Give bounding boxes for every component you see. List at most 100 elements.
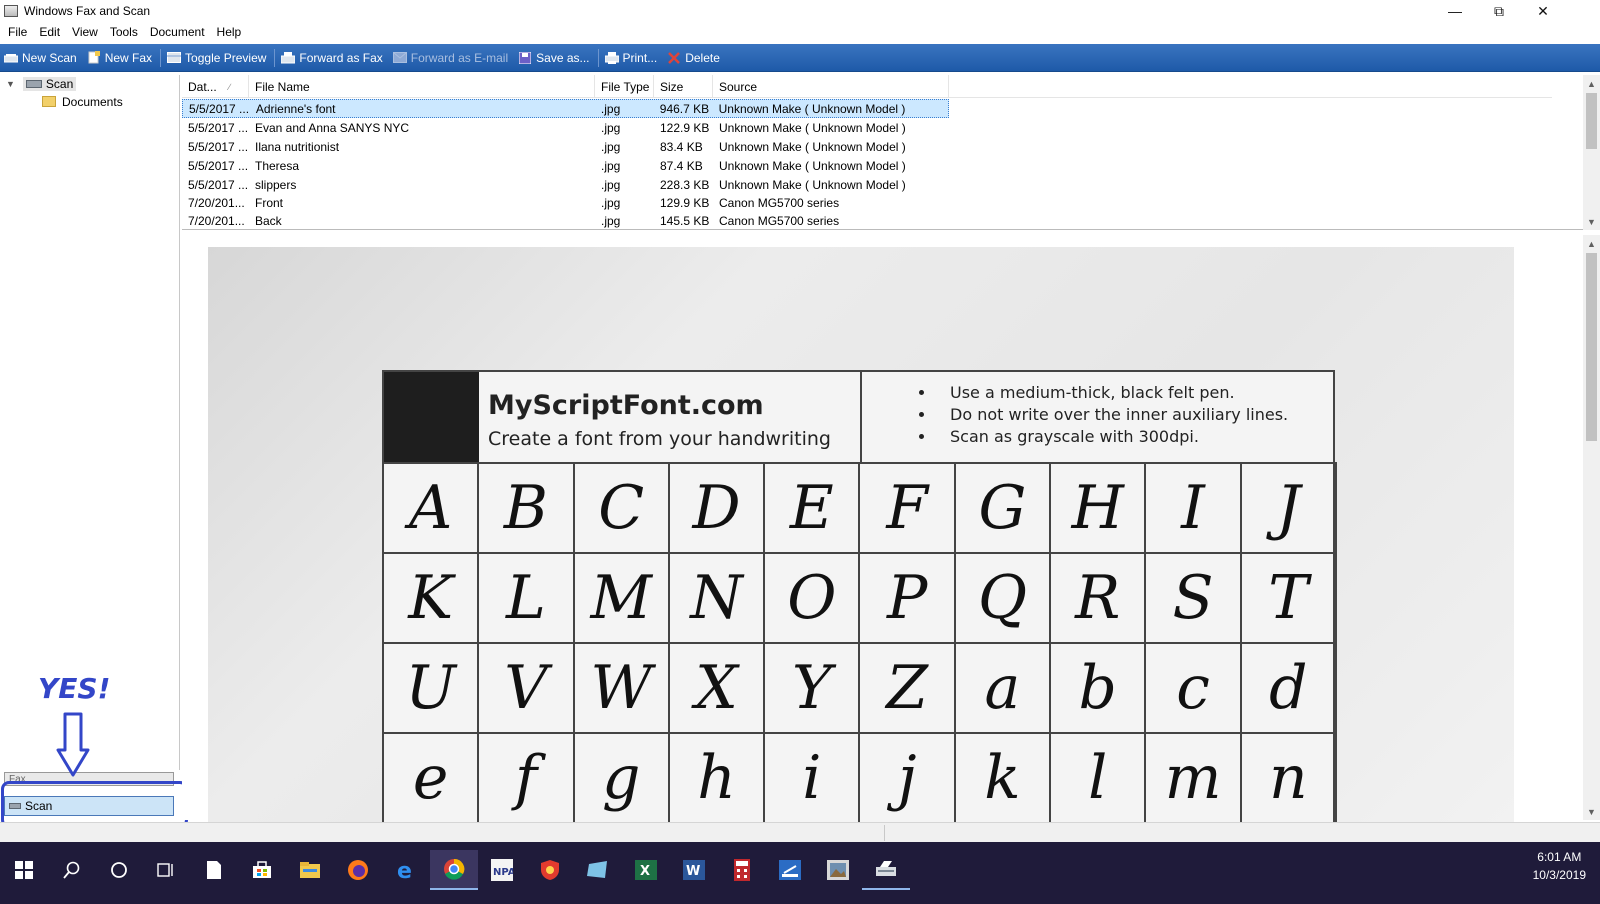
new-fax-button[interactable]: New Fax bbox=[83, 46, 158, 70]
title-bar: Windows Fax and Scan bbox=[0, 0, 1600, 22]
new-scan-button[interactable]: New Scan bbox=[0, 46, 83, 70]
taskbar-firefox[interactable] bbox=[334, 850, 382, 890]
cell-file-name: Ilana nutritionist bbox=[255, 139, 340, 154]
table-row[interactable]: 5/5/2017 ... Adrienne's font .jpg 946.7 … bbox=[182, 99, 949, 118]
column-header-size[interactable]: Size bbox=[654, 75, 713, 98]
search-button[interactable] bbox=[48, 850, 96, 890]
cell-date: 5/5/2017 ... bbox=[188, 177, 249, 192]
column-header-date[interactable]: Dat... ∕ bbox=[182, 75, 249, 98]
taskbar-security-app[interactable] bbox=[526, 850, 574, 890]
cell-date: 7/20/201... bbox=[188, 213, 245, 228]
letter-cell: Y bbox=[765, 644, 861, 732]
menu-file[interactable]: File bbox=[2, 25, 33, 39]
cell-source: Unknown Make ( Unknown Model ) bbox=[719, 177, 906, 192]
letter-cell: E bbox=[765, 464, 861, 552]
taskbar-photo-viewer[interactable] bbox=[814, 850, 862, 890]
template-divider bbox=[860, 372, 862, 462]
file-explorer-icon bbox=[300, 862, 320, 878]
table-row[interactable]: 5/5/2017 ... slippers .jpg 228.3 KB Unkn… bbox=[182, 175, 949, 194]
column-header-file-name[interactable]: File Name bbox=[249, 75, 595, 98]
letter-cell: n bbox=[1242, 734, 1337, 822]
menu-edit[interactable]: Edit bbox=[33, 25, 66, 39]
table-row[interactable]: 7/20/201... Front .jpg 129.9 KB Canon MG… bbox=[182, 193, 949, 212]
cell-file-name: Theresa bbox=[255, 158, 300, 173]
letter-cell: j bbox=[860, 734, 956, 822]
task-view-button[interactable] bbox=[142, 850, 190, 890]
table-row[interactable]: 7/20/201... Back .jpg 145.5 KB Canon MG5… bbox=[182, 211, 949, 230]
restore-button[interactable]: ⧉ bbox=[1476, 0, 1522, 22]
taskbar-edge[interactable]: e bbox=[382, 850, 430, 890]
table-row[interactable]: 5/5/2017 ... Theresa .jpg 87.4 KB Unknow… bbox=[182, 156, 949, 175]
scroll-up-icon[interactable]: ▲ bbox=[1583, 235, 1600, 252]
word-icon: W bbox=[683, 860, 705, 880]
window-title: Windows Fax and Scan bbox=[24, 4, 151, 18]
taskbar-file-explorer[interactable] bbox=[286, 850, 334, 890]
delete-label: Delete bbox=[685, 50, 720, 65]
letter-cell: D bbox=[670, 464, 766, 552]
scroll-down-icon[interactable]: ▼ bbox=[1583, 803, 1600, 820]
toggle-preview-button[interactable]: Toggle Preview bbox=[163, 46, 272, 70]
taskbar-excel[interactable]: X bbox=[622, 850, 670, 890]
menu-document[interactable]: Document bbox=[144, 25, 211, 39]
taskbar-mail-app[interactable] bbox=[574, 850, 622, 890]
taskbar-store[interactable] bbox=[238, 850, 286, 890]
forward-as-fax-button[interactable]: Forward as Fax bbox=[277, 46, 388, 70]
list-header: Dat... ∕ File Name File Type Size Source bbox=[182, 75, 1552, 98]
scroll-thumb[interactable] bbox=[1586, 93, 1597, 149]
column-header-source[interactable]: Source bbox=[713, 75, 949, 98]
status-divider bbox=[884, 825, 885, 841]
cell-date: 5/5/2017 ... bbox=[188, 139, 249, 154]
taskbar-calculator[interactable] bbox=[718, 850, 766, 890]
svg-text:e: e bbox=[397, 859, 412, 881]
tree-documents-label: Documents bbox=[62, 94, 123, 109]
system-clock[interactable]: 6:01 AM 10/3/2019 bbox=[1533, 848, 1586, 884]
save-as-button[interactable]: Save as... bbox=[514, 46, 595, 70]
list-scrollbar[interactable]: ▲ ▼ bbox=[1583, 75, 1600, 230]
cortana-button[interactable] bbox=[95, 850, 143, 890]
letter-cell: U bbox=[384, 644, 480, 732]
start-button[interactable] bbox=[0, 850, 48, 890]
close-button[interactable]: ✕ bbox=[1520, 0, 1566, 22]
letter-cell: d bbox=[1242, 644, 1337, 732]
security-shield-icon bbox=[541, 860, 559, 880]
letter-cell: T bbox=[1242, 554, 1337, 642]
table-row[interactable]: 5/5/2017 ... Evan and Anna SANYS NYC .jp… bbox=[182, 118, 949, 137]
column-file-name-label: File Name bbox=[255, 79, 310, 94]
cell-file-type: .jpg bbox=[601, 120, 621, 135]
tree-item-scan[interactable]: ▼ Scan bbox=[6, 75, 77, 92]
tree-item-documents[interactable]: Documents bbox=[42, 93, 123, 110]
menu-help[interactable]: Help bbox=[211, 25, 248, 39]
letter-cell: Q bbox=[956, 554, 1052, 642]
letter-cell: O bbox=[765, 554, 861, 642]
cell-source: Unknown Make ( Unknown Model ) bbox=[719, 120, 906, 135]
font-template-form: MyScriptFont.com Create a font from your… bbox=[382, 370, 1337, 837]
taskbar-word[interactable]: W bbox=[670, 850, 718, 890]
print-button[interactable]: Print... bbox=[601, 46, 664, 70]
taskbar-scanner-app[interactable] bbox=[766, 850, 814, 890]
chrome-icon bbox=[444, 858, 465, 880]
forward-as-fax-label: Forward as Fax bbox=[299, 50, 383, 65]
minimize-icon: — bbox=[1448, 3, 1462, 19]
taskbar-chrome[interactable] bbox=[430, 850, 478, 890]
minimize-button[interactable]: — bbox=[1432, 0, 1478, 22]
preview-scrollbar[interactable]: ▲ ▼ bbox=[1583, 235, 1600, 820]
fax-scan-icon bbox=[876, 861, 896, 876]
taskbar-fax-scan[interactable] bbox=[862, 850, 910, 890]
taskbar-npa[interactable]: NPA bbox=[478, 850, 526, 890]
search-icon bbox=[63, 861, 80, 879]
taskbar-file[interactable] bbox=[190, 850, 238, 890]
menu-tools[interactable]: Tools bbox=[104, 25, 144, 39]
letter-cell: Z bbox=[860, 644, 956, 732]
delete-button[interactable]: Delete bbox=[663, 46, 726, 70]
table-row[interactable]: 5/5/2017 ... Ilana nutritionist .jpg 83.… bbox=[182, 137, 949, 156]
forward-as-email-button[interactable]: Forward as E-mail bbox=[389, 46, 514, 70]
letter-cell: k bbox=[956, 734, 1052, 822]
scroll-down-icon[interactable]: ▼ bbox=[1583, 213, 1600, 230]
column-header-file-type[interactable]: File Type bbox=[595, 75, 654, 98]
scroll-thumb[interactable] bbox=[1586, 253, 1597, 441]
menu-view[interactable]: View bbox=[66, 25, 104, 39]
cell-file-type: .jpg bbox=[601, 158, 621, 173]
save-disk-icon bbox=[518, 51, 532, 64]
scroll-up-icon[interactable]: ▲ bbox=[1583, 75, 1600, 92]
chevron-down-icon[interactable]: ▼ bbox=[6, 79, 15, 89]
